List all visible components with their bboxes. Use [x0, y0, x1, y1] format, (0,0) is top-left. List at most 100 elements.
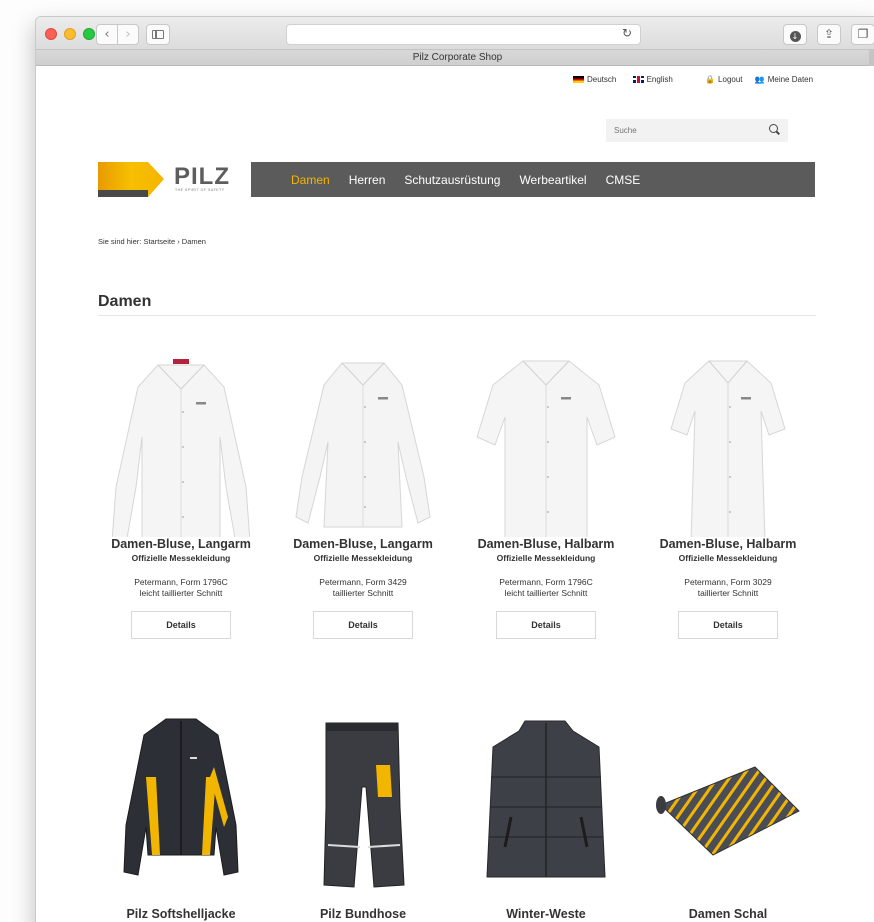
reload-icon[interactable]: ↻ — [622, 26, 632, 40]
title-divider — [98, 315, 816, 316]
nav-item-schutzausruestung[interactable]: Schutzausrüstung — [404, 173, 500, 187]
search-icon[interactable] — [769, 124, 778, 133]
zoom-window-button[interactable] — [83, 28, 95, 40]
product-description: Petermann, Form 3429 taillierter Schnitt — [278, 577, 448, 599]
work-trousers-image — [323, 722, 405, 888]
logout-label: Logout — [718, 74, 743, 84]
logo-wordmark: PILZ — [174, 163, 230, 190]
product-image[interactable] — [96, 707, 266, 907]
chevron-right-icon: › — [125, 27, 131, 42]
product-subtitle: Offizielle Messekleidung — [131, 553, 231, 563]
forward-button[interactable]: › — [117, 24, 139, 45]
details-button[interactable]: Details — [496, 611, 596, 639]
short-sleeve-blouse-image — [476, 360, 616, 543]
winter-vest-image — [486, 720, 606, 878]
fitted-long-sleeve-blouse-image — [295, 362, 431, 528]
product-image[interactable] — [643, 337, 813, 543]
product-name[interactable]: Damen-Bluse, Halbarm — [461, 537, 631, 551]
product-desc-line2: leicht taillierter Schnitt — [504, 588, 588, 598]
chevron-left-icon: ‹ — [104, 27, 110, 42]
tabs-icon: ❐ — [857, 27, 869, 41]
product-name[interactable]: Damen-Bluse, Halbarm — [643, 537, 813, 551]
search-input[interactable] — [606, 119, 788, 142]
language-de-link[interactable]: Deutsch — [573, 74, 617, 84]
language-en-label: English — [646, 74, 673, 84]
product-subtitle: Offizielle Messekleidung — [313, 553, 413, 563]
main-navigation: Damen Herren Schutzausrüstung Werbeartik… — [251, 162, 815, 197]
details-button[interactable]: Details — [131, 611, 231, 639]
logout-link[interactable]: 🔒 Logout — [705, 74, 743, 84]
nav-item-cmse[interactable]: CMSE — [606, 173, 641, 187]
my-data-label: Meine Daten — [767, 74, 814, 84]
product-card: Pilz Softshelljacke — [96, 707, 266, 921]
product-name[interactable]: Damen-Bluse, Langarm — [96, 537, 266, 551]
product-desc-line2: leicht taillierter Schnitt — [139, 588, 223, 598]
product-subtitle: Offizielle Messekleidung — [496, 553, 596, 563]
tab-overview-button[interactable]: ❐ — [851, 24, 874, 45]
nav-item-werbeartikel[interactable]: Werbeartikel — [519, 173, 586, 187]
share-button[interactable]: ⇪ — [817, 24, 841, 45]
product-name[interactable]: Damen Schal — [643, 907, 813, 921]
tab-title[interactable]: Pilz Corporate Shop — [413, 52, 503, 63]
product-image[interactable] — [278, 707, 448, 907]
sidebar-toggle-button[interactable] — [146, 24, 170, 45]
product-card: Winter-Weste — [461, 707, 631, 921]
product-image[interactable] — [461, 337, 631, 543]
top-utility-bar: Deutsch English 🔒 Logout 👥 Meine Daten — [573, 74, 823, 84]
download-icon: ↓ — [789, 31, 801, 42]
back-button[interactable]: ‹ — [96, 24, 118, 45]
product-desc-line1: Petermann, Form 1796C — [134, 577, 228, 587]
lock-icon: 🔒 — [705, 74, 716, 84]
scarf-image — [656, 766, 800, 856]
breadcrumb: Sie sind hier: Startseite › Damen — [98, 237, 206, 246]
logo-tagline: THE SPIRIT OF SAFETY — [175, 188, 225, 192]
product-desc-line2: taillierter Schnitt — [697, 588, 759, 598]
address-bar[interactable]: ↻ — [286, 24, 641, 45]
browser-window: ‹ › ↻ ↓ ⇪ ❐ Pilz Corporate Shop Deutsch … — [35, 16, 874, 922]
browser-toolbar: ‹ › ↻ ↓ ⇪ ❐ — [36, 17, 874, 50]
product-card: Damen Schal — [643, 707, 813, 921]
close-window-button[interactable] — [45, 28, 57, 40]
product-card: Damen-Bluse, Halbarm Offizielle Messekle… — [461, 337, 631, 639]
product-name[interactable]: Winter-Weste — [461, 907, 631, 921]
product-image[interactable] — [278, 337, 448, 537]
british-flag-icon — [632, 75, 644, 83]
product-image[interactable] — [96, 337, 266, 545]
product-card: Damen-Bluse, Langarm Offizielle Messekle… — [96, 337, 266, 639]
product-card: Damen-Bluse, Langarm Offizielle Messekle… — [278, 337, 448, 639]
product-desc-line1: Petermann, Form 3029 — [684, 577, 772, 587]
details-button[interactable]: Details — [313, 611, 413, 639]
product-name[interactable]: Pilz Softshelljacke — [96, 907, 266, 921]
pilz-logo[interactable]: PILZ THE SPIRIT OF SAFETY — [98, 162, 230, 197]
long-sleeve-blouse-image — [111, 359, 251, 545]
tab-bar: Pilz Corporate Shop — [36, 50, 874, 66]
softshell-jacket-image — [123, 718, 239, 876]
users-icon: 👥 — [754, 74, 765, 84]
web-page: Deutsch English 🔒Logout 👥Meine Daten PIL… — [36, 67, 874, 922]
language-de-label: Deutsch — [587, 74, 617, 84]
share-icon: ⇪ — [823, 27, 835, 41]
language-en-link[interactable]: English — [632, 74, 673, 84]
my-data-link[interactable]: 👥 Meine Daten — [754, 74, 814, 84]
page-title: Damen — [98, 293, 152, 310]
product-image[interactable] — [643, 707, 813, 907]
product-desc-line1: Petermann, Form 3429 — [319, 577, 407, 587]
product-image[interactable] — [461, 707, 631, 907]
new-tab-button[interactable] — [869, 50, 874, 66]
details-button[interactable]: Details — [678, 611, 778, 639]
logo-arrow-icon — [98, 162, 164, 197]
product-card: Pilz Bundhose — [278, 707, 448, 921]
product-name[interactable]: Damen-Bluse, Langarm — [278, 537, 448, 551]
product-card: Damen-Bluse, Halbarm Offizielle Messekle… — [643, 337, 813, 639]
product-desc-line2: taillierter Schnitt — [332, 588, 394, 598]
downloads-button[interactable]: ↓ — [783, 24, 807, 45]
sidebar-icon — [152, 30, 164, 39]
minimize-window-button[interactable] — [64, 28, 76, 40]
product-subtitle: Offizielle Messekleidung — [678, 553, 778, 563]
product-desc-line1: Petermann, Form 1796C — [499, 577, 593, 587]
nav-item-herren[interactable]: Herren — [349, 173, 386, 187]
product-name[interactable]: Pilz Bundhose — [278, 907, 448, 921]
product-description: Petermann, Form 1796C leicht taillierter… — [96, 577, 266, 599]
nav-item-damen[interactable]: Damen — [291, 173, 330, 187]
product-description: Petermann, Form 1796C leicht taillierter… — [461, 577, 631, 599]
